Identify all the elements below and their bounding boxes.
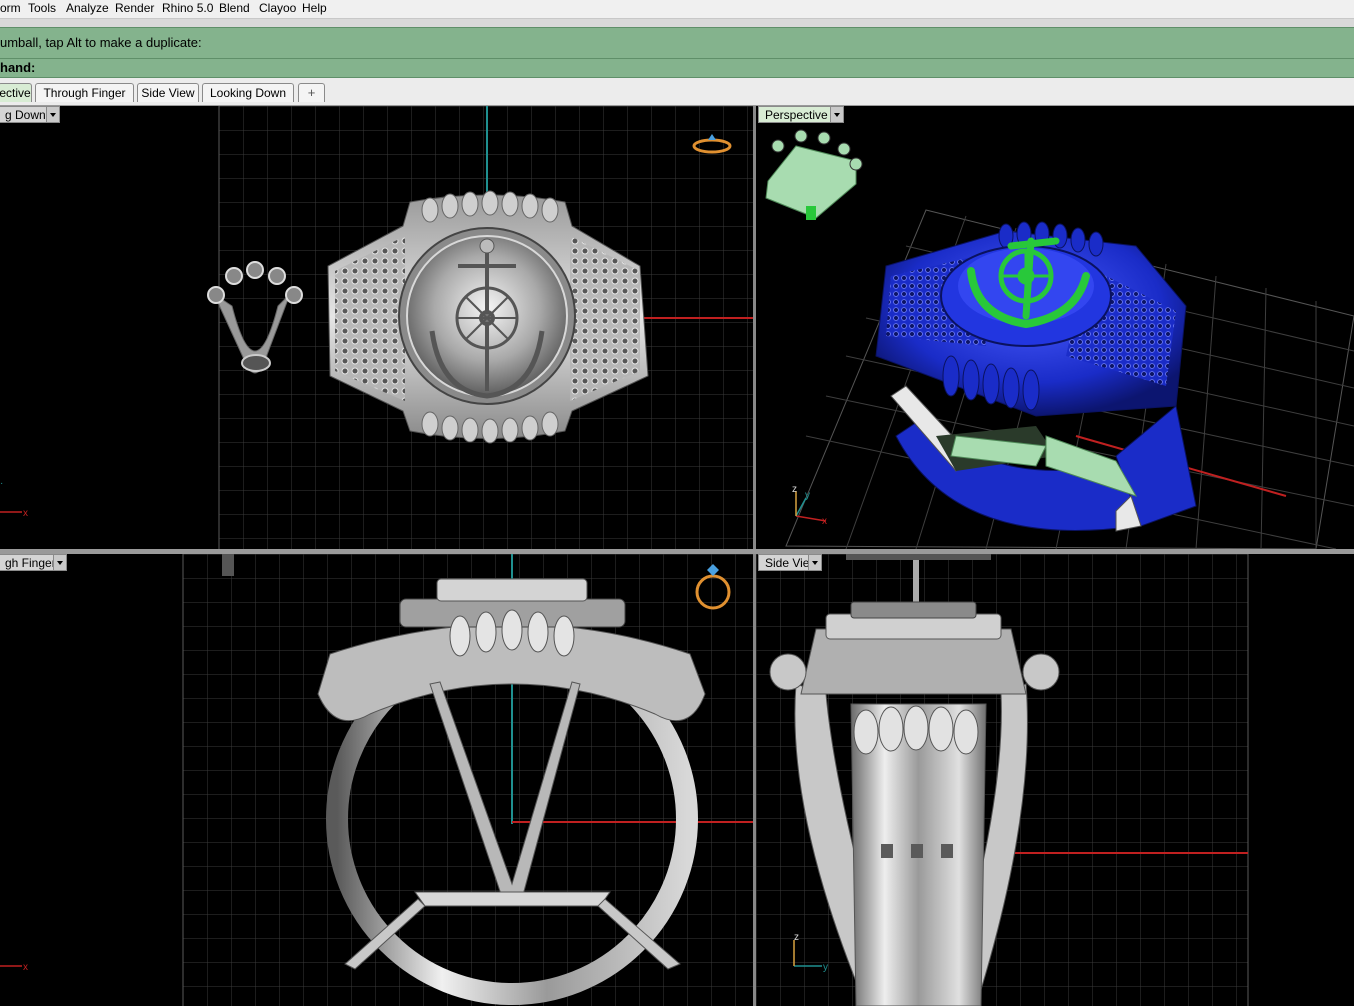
- menu-item-tools[interactable]: Tools: [28, 1, 56, 15]
- tab-perspective[interactable]: ective: [0, 83, 32, 102]
- viewport-through-finger[interactable]: x gh Finger: [0, 554, 753, 1006]
- viewport-tab-bar: ective Through Finger Side View Looking …: [0, 78, 1354, 106]
- command-line[interactable]: hand:: [0, 59, 1354, 78]
- tab-through-finger[interactable]: Through Finger: [35, 83, 134, 102]
- command-history: umball, tap Alt to make a duplicate:: [0, 27, 1354, 59]
- toolbar-gap: [0, 19, 1354, 27]
- svg-text:x: x: [23, 962, 28, 973]
- add-tab-button[interactable]: +: [298, 83, 325, 102]
- menu-item-help[interactable]: Help: [302, 1, 327, 15]
- viewport-title-looking-down[interactable]: g Down: [0, 106, 60, 123]
- svg-text:z: z: [792, 484, 797, 495]
- viewport-looking-down-canvas: x ·: [0, 106, 753, 549]
- menu-item-analyze[interactable]: Analyze: [66, 1, 109, 15]
- axis-indicator: x ·: [0, 478, 28, 519]
- command-label: hand:: [0, 60, 36, 75]
- svg-text:x: x: [822, 516, 827, 527]
- viewport-title-through-finger[interactable]: gh Finger: [0, 554, 67, 571]
- tab-side-view[interactable]: Side View: [137, 83, 199, 102]
- viewport-horizontal-divider[interactable]: [0, 549, 1354, 554]
- viewport-side-view-canvas: y z: [756, 554, 1249, 1006]
- axis-indicator: x y z: [792, 484, 827, 527]
- viewport-looking-down[interactable]: x · g Down: [0, 106, 753, 549]
- command-prompt-text: umball, tap Alt to make a duplicate:: [0, 35, 202, 50]
- viewport-perspective[interactable]: x y z Perspective: [756, 106, 1354, 549]
- svg-text:x: x: [23, 508, 28, 519]
- svg-text:y: y: [823, 962, 828, 973]
- menu-item-clayoo[interactable]: Clayoo: [259, 1, 296, 15]
- svg-text:y: y: [805, 490, 810, 501]
- scroll-marker: [222, 554, 234, 576]
- blue-ring-object[interactable]: [875, 221, 1197, 532]
- viewport-side-view[interactable]: y z Side View: [756, 554, 1354, 1006]
- viewport-perspective-canvas: x y z: [765, 129, 1354, 549]
- chevron-down-icon[interactable]: [53, 555, 66, 570]
- chevron-down-icon[interactable]: [830, 107, 843, 122]
- chevron-down-icon[interactable]: [46, 107, 59, 122]
- viewport-vertical-divider[interactable]: [753, 106, 756, 1006]
- svg-text:z: z: [794, 932, 799, 943]
- menu-item-rhino5[interactable]: Rhino 5.0: [162, 1, 213, 15]
- viewport-through-finger-canvas: x: [0, 554, 753, 1006]
- axis-indicator: x: [0, 962, 28, 973]
- menu-bar: orm Tools Analyze Render Rhino 5.0 Blend…: [0, 0, 1354, 19]
- svg-text:·: ·: [0, 478, 3, 489]
- chevron-down-icon[interactable]: [808, 555, 821, 570]
- tab-looking-down[interactable]: Looking Down: [202, 83, 294, 102]
- viewport-title-perspective[interactable]: Perspective: [758, 106, 844, 123]
- scroll-marker: [846, 554, 991, 560]
- menu-item-blend[interactable]: Blend: [219, 1, 250, 15]
- menu-item-render[interactable]: Render: [115, 1, 154, 15]
- crown-object[interactable]: [765, 129, 863, 220]
- menu-item-transform[interactable]: orm: [0, 1, 21, 15]
- viewport-title-side-view[interactable]: Side View: [758, 554, 822, 571]
